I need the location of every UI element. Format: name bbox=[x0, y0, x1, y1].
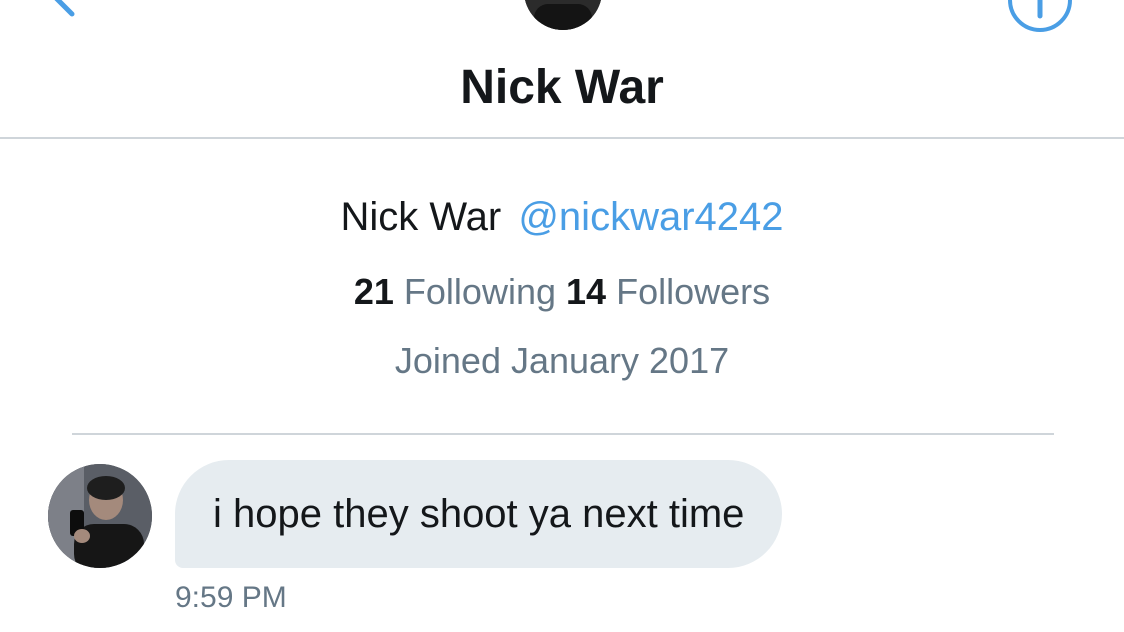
followers-link[interactable]: 14 Followers bbox=[566, 271, 770, 312]
header-avatar[interactable] bbox=[524, 0, 602, 30]
followers-count: 14 bbox=[566, 271, 607, 312]
profile-name[interactable]: Nick War bbox=[340, 195, 501, 239]
profile-stats: 21 Following 14 Followers bbox=[0, 270, 1124, 314]
header-divider bbox=[0, 137, 1124, 139]
profile-handle[interactable]: @nickwar4242 bbox=[518, 195, 783, 239]
message-timestamp: 9:59 PM bbox=[175, 581, 287, 614]
following-link[interactable]: 21 Following bbox=[354, 271, 566, 312]
chevron-left-icon bbox=[54, 0, 75, 17]
profile-divider bbox=[72, 433, 1054, 435]
following-label: Following bbox=[403, 271, 556, 312]
message-avatar[interactable] bbox=[48, 464, 152, 568]
profile-name-line: Nick War @nickwar4242 bbox=[0, 192, 1124, 242]
info-icon bbox=[1008, 0, 1072, 32]
header-avatar-photo bbox=[524, 0, 602, 30]
info-button[interactable] bbox=[1006, 0, 1074, 34]
conversation-title: Nick War bbox=[460, 61, 664, 114]
back-button[interactable] bbox=[38, 0, 86, 20]
joined-date: Joined January 2017 bbox=[394, 340, 730, 381]
conversation-header: Nick War bbox=[0, 0, 1124, 140]
followers-label: Followers bbox=[616, 271, 771, 312]
message-bubble[interactable]: i hope they shoot ya next time bbox=[175, 460, 783, 568]
following-count: 21 bbox=[353, 271, 394, 312]
message-avatar-photo bbox=[48, 464, 152, 568]
message-row: i hope they shoot ya next time 9:59 PM bbox=[0, 460, 1124, 620]
